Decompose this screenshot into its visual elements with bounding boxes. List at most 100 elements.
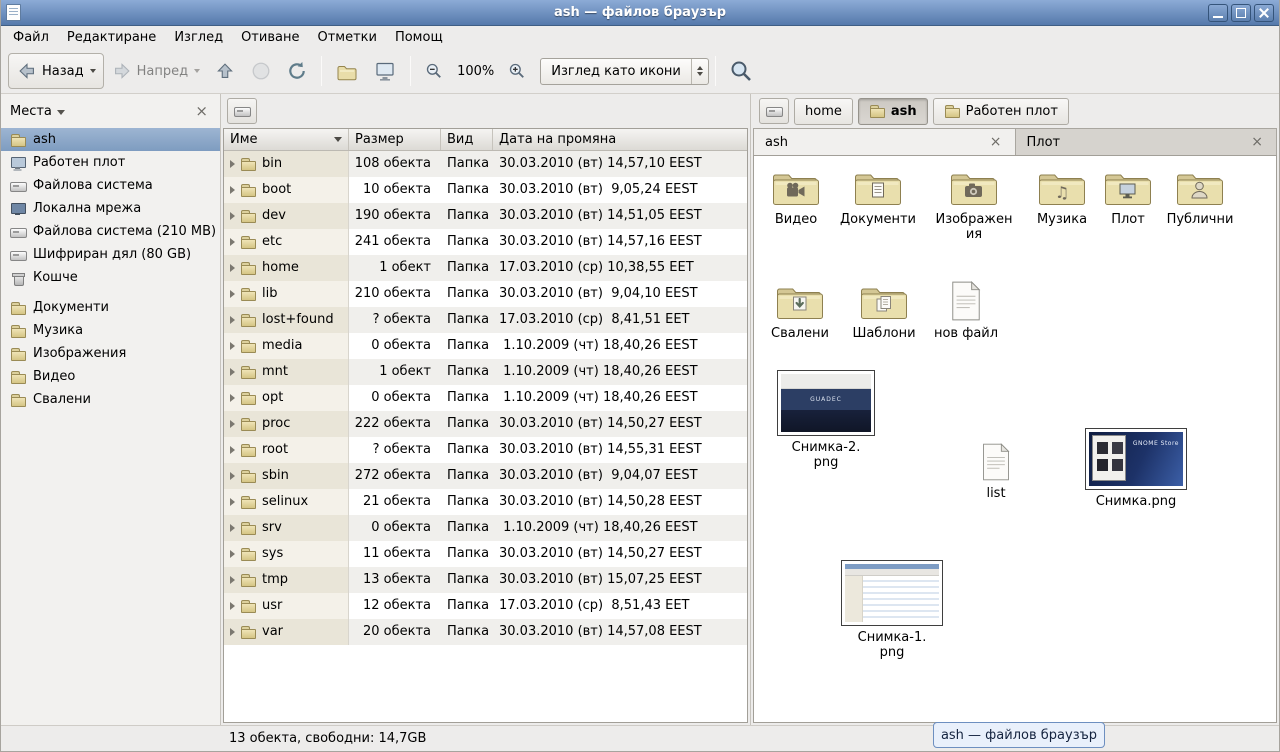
path-button-desktop[interactable]: Работен плот (933, 98, 1069, 125)
expander-icon[interactable] (230, 550, 235, 558)
sidebar-title[interactable]: Места (10, 104, 52, 119)
combo-spinner-icon[interactable] (691, 59, 708, 84)
zoom-out-button[interactable] (417, 53, 451, 89)
back-button[interactable]: Назад (8, 53, 104, 89)
menu-item[interactable]: Изглед (165, 27, 232, 48)
image-item[interactable]: Снимка-1.png (840, 560, 944, 660)
tab-close-icon[interactable]: × (1249, 135, 1265, 149)
path-button-ash[interactable]: ash (858, 98, 928, 125)
sidebar-place-item[interactable]: Видео (1, 365, 220, 388)
home-button[interactable] (328, 53, 366, 89)
sidebar-place-item[interactable]: Файлова система (210 MB) (1, 220, 220, 243)
forward-button[interactable]: Напред (104, 53, 207, 89)
sidebar-place-item[interactable]: ash (1, 128, 220, 151)
expander-icon[interactable] (230, 394, 235, 402)
table-row[interactable]: selinux 21 обекта Папка 30.03.2010 (вт) … (224, 489, 747, 515)
sidebar-place-item[interactable]: Работен плот (1, 151, 220, 174)
reload-button[interactable] (279, 53, 315, 89)
folder-item[interactable]: Документи (836, 168, 920, 227)
table-row[interactable]: sbin 272 обекта Папка 30.03.2010 (вт) 9,… (224, 463, 747, 489)
image-item[interactable]: GNOME Store Снимка.png (1084, 428, 1188, 509)
column-header-date[interactable]: Дата на промяна (493, 129, 747, 150)
stop-button[interactable] (243, 53, 279, 89)
menu-item[interactable]: Отметки (308, 27, 385, 48)
column-header-size[interactable]: Размер (349, 129, 441, 150)
sidebar-place-item[interactable]: Локална мрежа (1, 197, 220, 220)
computer-button[interactable] (366, 53, 404, 89)
folder-item[interactable]: Шаблони (842, 282, 926, 341)
menu-item[interactable]: Помощ (386, 27, 452, 48)
menu-item[interactable]: Файл (4, 27, 58, 48)
expander-icon[interactable] (230, 420, 235, 428)
titlebar[interactable]: ash — файлов браузър (1, 0, 1279, 26)
expander-icon[interactable] (230, 212, 235, 220)
expander-icon[interactable] (230, 524, 235, 532)
taskbar-window-button[interactable]: ash — файлов браузър (933, 722, 1105, 748)
folder-item[interactable]: Изображения (932, 168, 1016, 242)
sidebar-place-item[interactable]: Музика (1, 319, 220, 342)
image-item[interactable]: GUADEC Снимка-2.png (774, 370, 878, 470)
tab-close-icon[interactable]: × (988, 135, 1004, 149)
table-row[interactable]: etc 241 обекта Папка 30.03.2010 (вт) 14,… (224, 229, 747, 255)
expander-icon[interactable] (230, 446, 235, 454)
table-row[interactable]: proc 222 обекта Папка 30.03.2010 (вт) 14… (224, 411, 747, 437)
expander-icon[interactable] (230, 264, 235, 272)
sidebar-place-item[interactable]: Шифриран дял (80 GB) (1, 243, 220, 266)
maximize-icon[interactable] (1231, 4, 1251, 22)
tab-desktop[interactable]: Плот × (1016, 129, 1277, 155)
expander-icon[interactable] (230, 368, 235, 376)
expander-icon[interactable] (230, 628, 235, 636)
sidebar-selector-caret-icon[interactable] (57, 110, 65, 115)
table-row[interactable]: srv 0 обекта Папка 1.10.2009 (чт) 18,40,… (224, 515, 747, 541)
file-item[interactable]: list (954, 442, 1038, 501)
table-row[interactable]: sys 11 обекта Папка 30.03.2010 (вт) 14,5… (224, 541, 747, 567)
tab-ash[interactable]: ash × (754, 129, 1016, 155)
path-button-home[interactable]: home (794, 98, 853, 125)
sidebar-place-item[interactable]: Изображения (1, 342, 220, 365)
table-row[interactable]: media 0 обекта Папка 1.10.2009 (чт) 18,4… (224, 333, 747, 359)
expander-icon[interactable] (230, 602, 235, 610)
sidebar-place-item[interactable]: Свалени (1, 388, 220, 411)
zoom-in-button[interactable] (500, 53, 534, 89)
menu-item[interactable]: Отиване (232, 27, 308, 48)
table-row[interactable]: opt 0 обекта Папка 1.10.2009 (чт) 18,40,… (224, 385, 747, 411)
expander-icon[interactable] (230, 472, 235, 480)
table-row[interactable]: boot 10 обекта Папка 30.03.2010 (вт) 9,0… (224, 177, 747, 203)
sidebar-place-item[interactable]: Файлова система (1, 174, 220, 197)
file-item[interactable]: нов файл (924, 280, 1008, 341)
minimize-icon[interactable] (1208, 4, 1228, 22)
folder-item[interactable]: Публични (1158, 168, 1242, 227)
left-pane-location-button[interactable] (227, 98, 257, 124)
table-row[interactable]: home 1 обект Папка 17.03.2010 (ср) 10,38… (224, 255, 747, 281)
folder-item[interactable]: Видео (754, 168, 838, 227)
column-header-name[interactable]: Име (224, 129, 349, 150)
expander-icon[interactable] (230, 290, 235, 298)
table-row[interactable]: tmp 13 обекта Папка 30.03.2010 (вт) 15,0… (224, 567, 747, 593)
expander-icon[interactable] (230, 576, 235, 584)
sidebar-place-item[interactable]: Кошче (1, 266, 220, 289)
table-row[interactable]: lost+found ? обекта Папка 17.03.2010 (ср… (224, 307, 747, 333)
column-header-type[interactable]: Вид (441, 129, 493, 150)
expander-icon[interactable] (230, 498, 235, 506)
sidebar-close-button[interactable]: × (192, 103, 211, 120)
menu-item[interactable]: Редактиране (58, 27, 165, 48)
table-row[interactable]: dev 190 обекта Папка 30.03.2010 (вт) 14,… (224, 203, 747, 229)
up-button[interactable] (207, 53, 243, 89)
table-row[interactable]: mnt 1 обект Папка 1.10.2009 (чт) 18,40,2… (224, 359, 747, 385)
icon-view[interactable]: Видео Документи (753, 155, 1277, 723)
table-row[interactable]: usr 12 обекта Папка 17.03.2010 (ср) 8,51… (224, 593, 747, 619)
expander-icon[interactable] (230, 160, 235, 168)
table-row[interactable]: bin 108 обекта Папка 30.03.2010 (вт) 14,… (224, 151, 747, 177)
back-history-caret-icon[interactable] (90, 69, 96, 73)
table-row[interactable]: var 20 обекта Папка 30.03.2010 (вт) 14,5… (224, 619, 747, 645)
folder-item[interactable]: Свалени (758, 282, 842, 341)
expander-icon[interactable] (230, 238, 235, 246)
expander-icon[interactable] (230, 342, 235, 350)
search-button[interactable] (722, 53, 760, 89)
table-row[interactable]: root ? обекта Папка 30.03.2010 (вт) 14,5… (224, 437, 747, 463)
view-mode-select[interactable]: Изглед като икони (540, 58, 709, 85)
sidebar-place-item[interactable]: Документи (1, 296, 220, 319)
expander-icon[interactable] (230, 186, 235, 194)
right-pane-location-button[interactable] (759, 98, 789, 124)
expander-icon[interactable] (230, 316, 235, 324)
